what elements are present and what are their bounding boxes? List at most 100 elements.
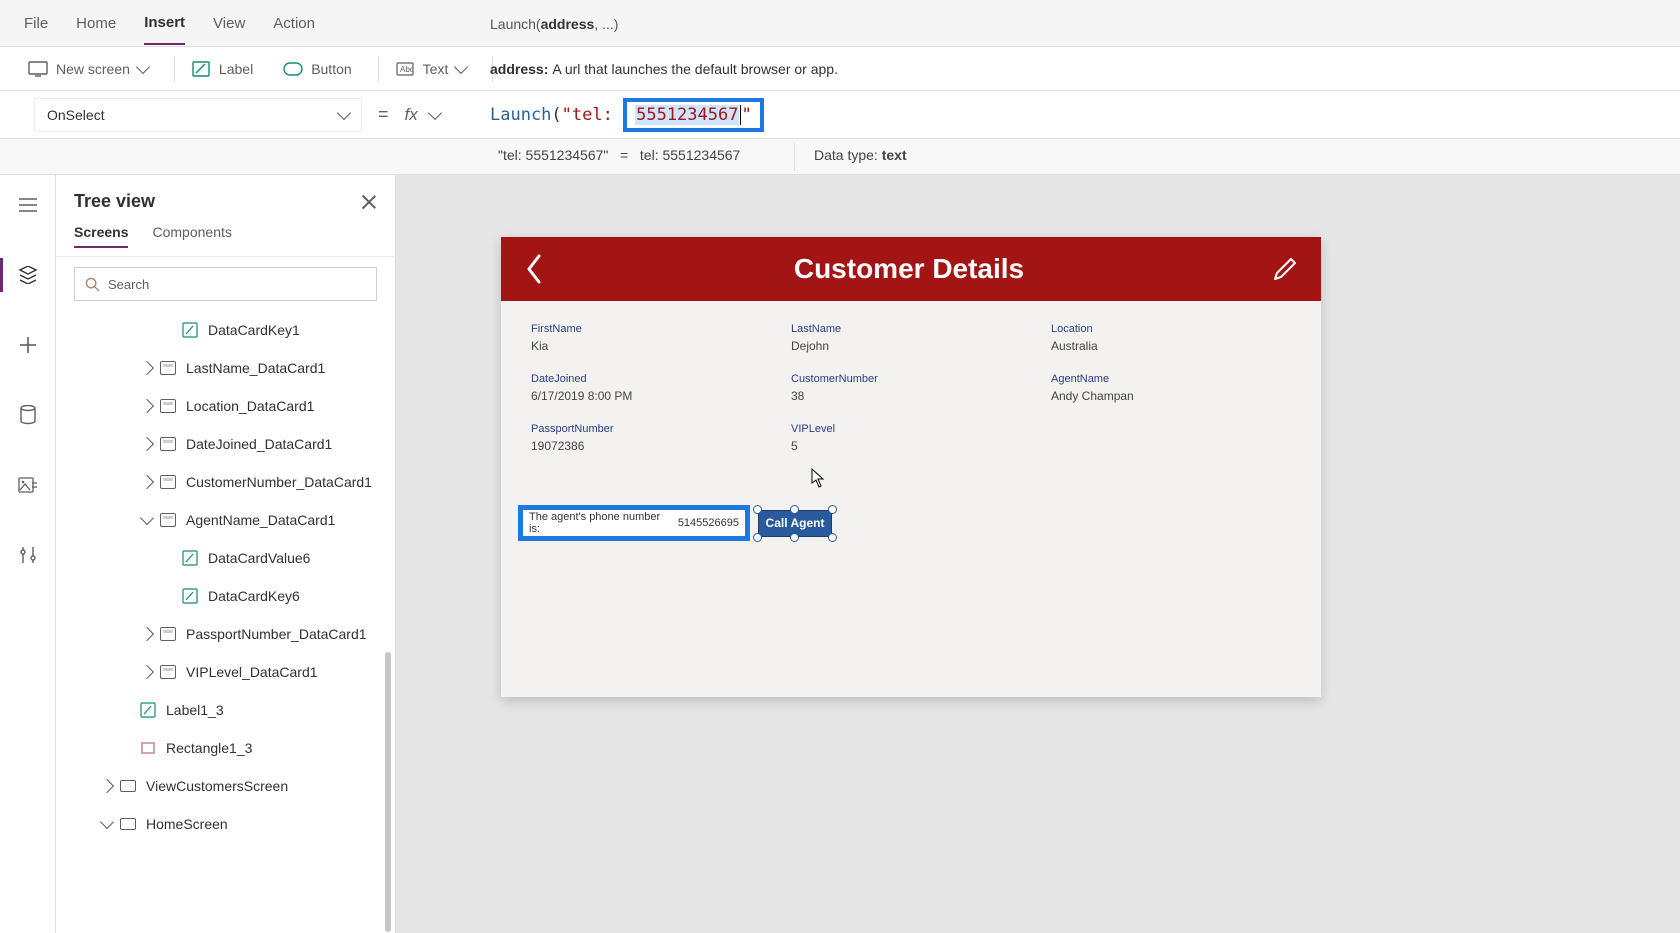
tree-list: DataCardKey1 LastName_DataCard1 Location…	[56, 307, 395, 933]
insert-button-button[interactable]: Button	[273, 55, 361, 83]
selection-handle[interactable]	[828, 505, 837, 514]
edit-icon[interactable]	[1271, 255, 1299, 283]
back-icon[interactable]	[523, 252, 547, 286]
app-screen: Customer Details FirstNameKia LastName De…	[501, 237, 1321, 697]
tree-item-label: PassportNumber_DataCard1	[186, 626, 367, 642]
call-agent-selection[interactable]: Call Agent	[758, 510, 832, 537]
fx-dropdown[interactable]: fx	[405, 105, 440, 125]
datatype-label: Data type:	[814, 147, 878, 163]
selection-handle[interactable]	[753, 533, 762, 542]
property-selector[interactable]: OnSelect	[34, 98, 362, 132]
tree-item-viewcustomersscreen[interactable]: ViewCustomersScreen	[74, 767, 389, 805]
left-rail	[0, 175, 56, 933]
rail-media[interactable]	[8, 465, 48, 505]
menu-home[interactable]: Home	[76, 3, 116, 44]
tree-item-label: Rectangle1_3	[166, 740, 252, 756]
field-customernumber: CustomerNumber38	[791, 373, 1031, 403]
formula-highlight: 5551234567"	[623, 98, 764, 132]
insert-label-button[interactable]: Label	[181, 55, 263, 83]
field-datejoined: DateJoined 6/17/2019 8:00 PM	[531, 373, 771, 403]
chevron-down-icon	[136, 60, 150, 74]
tree-item-location[interactable]: Location_DataCard1	[74, 387, 389, 425]
tree-title: Tree view	[74, 191, 155, 212]
screen-icon	[28, 61, 48, 77]
chevron-right-icon	[140, 627, 154, 641]
canvas[interactable]: Customer Details FirstNameKia LastName De…	[396, 175, 1680, 933]
field-location: LocationAustralia	[1051, 323, 1291, 353]
chevron-right-icon	[140, 361, 154, 375]
search-icon	[85, 277, 100, 292]
tree-item-agentname[interactable]: AgentName_DataCard1	[74, 501, 389, 539]
rail-advanced[interactable]	[8, 535, 48, 575]
formula-input[interactable]: Launch("tel: 5551234567"	[490, 98, 764, 132]
tree-item-label: HomeScreen	[146, 816, 228, 832]
tree-item-datacardkey6[interactable]: DataCardKey6	[74, 577, 389, 615]
field-value: 38	[791, 389, 1031, 403]
new-screen-button[interactable]: New screen	[18, 55, 158, 83]
tree-item-lastname[interactable]: LastName_DataCard1	[74, 349, 389, 387]
menu-view[interactable]: View	[213, 3, 245, 44]
field-value: Kia	[531, 339, 771, 353]
tree-panel: Tree view Screens Components Search Data…	[56, 175, 396, 933]
chevron-down-icon	[337, 106, 351, 120]
tree-item-datacardkey1[interactable]: DataCardKey1	[74, 311, 389, 349]
tree-item-datejoined[interactable]: DateJoined_DataCard1	[74, 425, 389, 463]
text-box-icon: Abc	[395, 61, 415, 77]
rail-hamburger[interactable]	[8, 185, 48, 225]
svg-text:Abc: Abc	[400, 65, 414, 74]
rail-data[interactable]	[8, 395, 48, 435]
field-value: 6/17/2019 8:00 PM	[531, 389, 771, 403]
tree-item-passportnumber[interactable]: PassportNumber_DataCard1	[74, 615, 389, 653]
field-label: LastName	[791, 323, 1031, 335]
search-placeholder: Search	[108, 277, 149, 292]
tree-item-rectangle1-3[interactable]: Rectangle1_3	[74, 729, 389, 767]
tab-screens[interactable]: Screens	[74, 224, 128, 248]
field-value: Australia	[1051, 339, 1291, 353]
tree-item-customernumber[interactable]: CustomerNumber_DataCard1	[74, 463, 389, 501]
tree-item-label1-3[interactable]: Label1_3	[74, 691, 389, 729]
menu-action[interactable]: Action	[273, 3, 315, 44]
field-value: Dejohn	[791, 339, 1031, 353]
menu-insert[interactable]: Insert	[144, 2, 185, 45]
tree-item-label: DateJoined_DataCard1	[186, 436, 332, 452]
eval-result: "tel: 5551234567" = tel: 5551234567	[498, 147, 740, 163]
selection-handle[interactable]	[828, 533, 837, 542]
formula-token-highlighted: 5551234567	[635, 105, 739, 125]
selection-handle[interactable]	[790, 505, 799, 514]
tree-item-label: Label1_3	[166, 702, 224, 718]
tree-item-datacardvalue6[interactable]: DataCardValue6	[74, 539, 389, 577]
equals-sign: =	[378, 104, 389, 125]
screen-icon	[120, 780, 136, 792]
agent-row: The agent's phone number is: 5145526695 …	[518, 505, 832, 541]
tree-item-label: DataCardValue6	[208, 550, 310, 566]
field-viplevel: VIPLevel5	[791, 423, 1031, 453]
tree-item-label: ViewCustomersScreen	[146, 778, 288, 794]
field-firstname: FirstNameKia	[531, 323, 771, 353]
close-icon[interactable]	[361, 194, 377, 210]
eval-datatype: Data type: text	[814, 147, 907, 163]
agent-phone-label[interactable]: The agent's phone number is: 5145526695	[518, 505, 750, 541]
top-menu-bar: File Home Insert View Action Launch(addr…	[0, 0, 1680, 47]
tree-item-homescreen[interactable]: HomeScreen	[74, 805, 389, 843]
agent-phone-number: 5145526695	[678, 517, 739, 529]
field-passportnumber: PassportNumber19072386	[531, 423, 771, 453]
rail-insert[interactable]	[8, 325, 48, 365]
rail-treeview[interactable]	[8, 255, 48, 295]
tree-item-viplevel[interactable]: VIPLevel_DataCard1	[74, 653, 389, 691]
menu-file[interactable]: File	[24, 3, 48, 44]
field-label: DateJoined	[531, 373, 771, 385]
selection-handle[interactable]	[790, 533, 799, 542]
tree-item-label: AgentName_DataCard1	[186, 512, 335, 528]
eval-quoted: "tel: 5551234567"	[498, 147, 608, 163]
scroll-thumb[interactable]	[385, 652, 391, 932]
formula-evaluation-bar: "tel: 5551234567" = tel: 5551234567 Data…	[0, 139, 1680, 175]
insert-text-button[interactable]: Abc Text	[385, 55, 477, 83]
eval-separator	[794, 143, 795, 171]
card-icon	[160, 665, 176, 679]
tree-item-label: DataCardKey6	[208, 588, 300, 604]
selection-handle[interactable]	[753, 505, 762, 514]
field-agentname: AgentNameAndy Champan	[1051, 373, 1291, 403]
screen-header: Customer Details	[501, 237, 1321, 301]
tab-components[interactable]: Components	[152, 224, 231, 248]
tree-search[interactable]: Search	[74, 267, 377, 301]
